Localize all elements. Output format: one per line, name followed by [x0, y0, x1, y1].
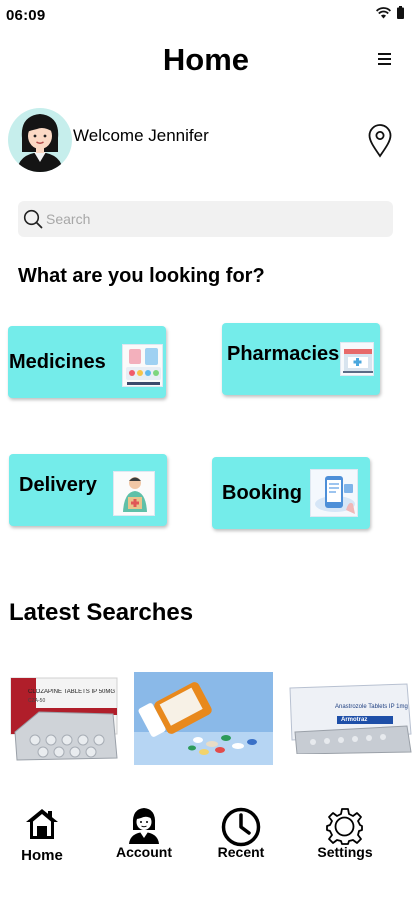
category-delivery[interactable]: Delivery: [9, 454, 167, 526]
home-icon: [26, 809, 58, 839]
medicine-box-image: [9, 674, 119, 762]
wifi-icon: [376, 6, 391, 18]
status-time: 06:09: [6, 7, 46, 24]
category-label: Delivery: [19, 474, 97, 496]
pills-pharmacy-icon: [122, 344, 163, 387]
pharmacy-store-icon: [340, 342, 374, 376]
latest-searches-heading: Latest Searches: [9, 599, 194, 626]
category-label: Booking: [222, 481, 302, 504]
nav-home[interactable]: Home: [0, 800, 92, 870]
menu-icon: [378, 53, 391, 55]
latest-search-item[interactable]: [134, 672, 273, 765]
search-box[interactable]: [18, 201, 393, 237]
category-label: Pharmacies: [227, 342, 340, 365]
account-icon: [129, 808, 159, 844]
search-input[interactable]: [46, 201, 376, 237]
tablet-box-sublabel: Armotraz: [341, 717, 368, 723]
category-label: Medicines: [9, 350, 106, 373]
medicine-box-label: CLOZAPINE TABLETS IP 50MG: [28, 689, 116, 695]
welcome-text: Welcome Jennifer: [73, 126, 209, 145]
pill-bottle-image: [134, 672, 273, 765]
search-icon: [23, 209, 43, 229]
tablet-box-label: Anastrozole Tablets IP 1mg: [335, 704, 408, 710]
bottom-nav: Home Account Recent Settings: [0, 800, 412, 880]
nav-label-recent: Recent: [217, 844, 265, 860]
category-booking[interactable]: Booking: [212, 457, 370, 529]
phone-booking-icon: [310, 469, 358, 517]
nav-label-home: Home: [21, 847, 63, 864]
nav-recent[interactable]: Recent: [191, 800, 291, 870]
gear-icon: [326, 808, 363, 845]
medicine-box-sublabel: CZA-50: [28, 698, 46, 704]
avatar[interactable]: [8, 108, 72, 172]
status-bar: 06:09: [0, 0, 412, 32]
location-button[interactable]: [367, 124, 393, 158]
nav-label-account: Account: [116, 844, 172, 860]
nav-account[interactable]: Account: [94, 800, 194, 870]
category-medicines[interactable]: Medicines: [8, 326, 166, 398]
categories-heading: What are you looking for?: [18, 265, 265, 287]
menu-button[interactable]: [376, 53, 398, 71]
user-avatar-icon: [17, 114, 63, 172]
category-pharmacies[interactable]: Pharmacies: [222, 323, 380, 395]
clock-icon: [221, 807, 261, 847]
page-title: Home: [162, 42, 250, 77]
location-pin-icon: [368, 124, 392, 158]
status-icons: [376, 6, 404, 19]
nav-label-settings: Settings: [317, 844, 373, 860]
nav-settings[interactable]: Settings: [295, 800, 395, 870]
latest-search-item[interactable]: CLOZAPINE TABLETS IP 50MG CZA-50: [9, 674, 119, 762]
battery-icon: [397, 6, 404, 19]
delivery-person-icon: [113, 471, 155, 516]
latest-search-item[interactable]: Anastrozole Tablets IP 1mg Armotraz: [287, 682, 412, 754]
